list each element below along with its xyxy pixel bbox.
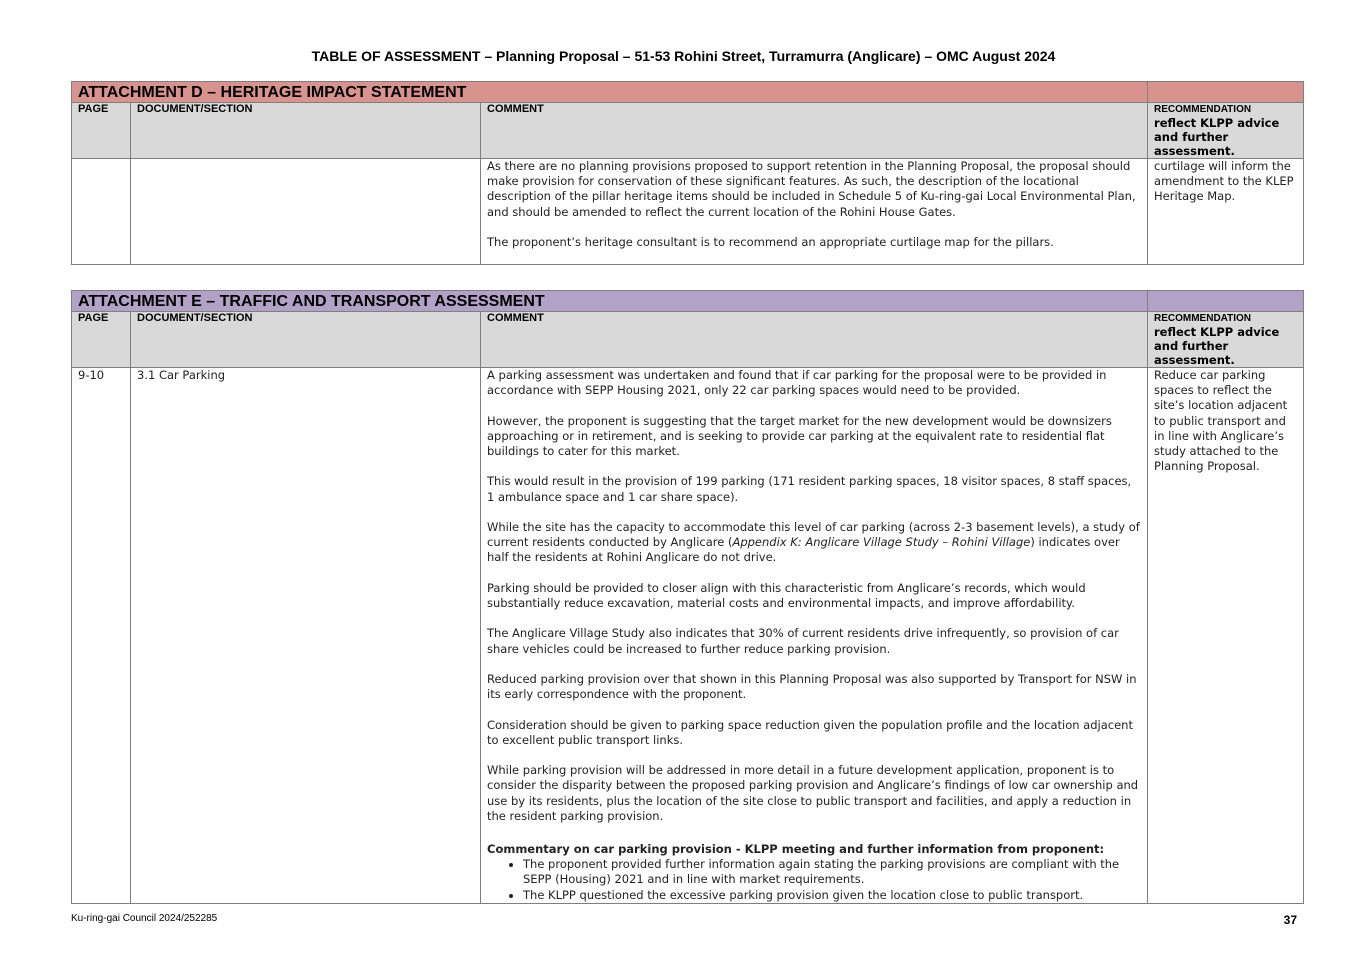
list-item: The KLPP questioned the excessive parkin…: [523, 888, 1141, 903]
recommendation-label: RECOMMENDATION: [1154, 313, 1252, 324]
page-number: 37: [1283, 913, 1297, 927]
attachment-e-title: ATTACHMENT E – TRAFFIC AND TRANSPORT ASS…: [78, 293, 545, 310]
appendix-reference: Appendix K: Anglicare Village Study – Ro…: [732, 535, 1031, 550]
comment-paragraph: The proponent’s heritage consultant is t…: [487, 235, 1054, 249]
comment-paragraph: While parking provision will be addresse…: [487, 763, 1139, 823]
comment-paragraph: A parking assessment was undertaken and …: [487, 368, 1107, 398]
attachment-e-title-row: ATTACHMENT E – TRAFFIC AND TRANSPORT ASS…: [71, 290, 1304, 312]
attachment-d-column-headers: PAGE DOCUMENT/SECTION COMMENT RECOMMENDA…: [71, 102, 1305, 159]
comment-paragraph: While the site has the capacity to accom…: [487, 520, 1141, 566]
attachment-d-table: ATTACHMENT D – HERITAGE IMPACT STATEMENT…: [70, 81, 1305, 265]
recommendation-label: RECOMMENDATION: [1154, 104, 1252, 115]
cell-page: [71, 158, 131, 265]
cell-section: 3.1 Car Parking: [130, 367, 481, 904]
column-header-page: PAGE: [71, 102, 131, 159]
recommendation-sublabel: reflect KLPP advice and further assessme…: [1154, 116, 1280, 158]
cell-comment: As there are no planning provisions prop…: [479, 158, 1149, 265]
table-row: As there are no planning provisions prop…: [71, 158, 1305, 265]
comment-paragraph: This would result in the provision of 19…: [487, 474, 1132, 504]
cell-recommendation: Reduce car parking spaces to reflect the…: [1147, 367, 1304, 904]
column-header-section: DOCUMENT/SECTION: [130, 311, 481, 368]
comment-paragraph: Consideration should be given to parking…: [487, 717, 1133, 747]
column-header-recommendation: RECOMMENDATION reflect KLPP advice and f…: [1147, 311, 1304, 368]
comment-paragraph: However, the proponent is suggesting tha…: [487, 413, 1112, 458]
column-header-comment: COMMENT: [480, 311, 1148, 368]
footer-reference: Ku-ring-gai Council 2024/252285: [71, 913, 218, 924]
attachment-e-table: ATTACHMENT E – TRAFFIC AND TRANSPORT ASS…: [71, 290, 1304, 904]
recommendation-sublabel: reflect KLPP advice and further assessme…: [1154, 325, 1280, 367]
cell-section: [130, 158, 481, 265]
comment-paragraph: Parking should be provided to closer ali…: [487, 580, 1086, 610]
cell-comment: A parking assessment was undertaken and …: [480, 367, 1148, 904]
cell-page: 9-10: [71, 367, 131, 904]
attachment-d-title-row: ATTACHMENT D – HERITAGE IMPACT STATEMENT: [70, 81, 1305, 103]
table-row: 9-10 3.1 Car Parking A parking assessmen…: [71, 367, 1304, 904]
cell-recommendation: curtilage will inform the amendment to t…: [1147, 158, 1305, 265]
commentary-heading: Commentary on car parking provision - KL…: [487, 841, 1105, 856]
column-header-page: PAGE: [71, 311, 131, 368]
list-item: The proponent provided further informati…: [523, 857, 1141, 887]
comment-paragraph: As there are no planning provisions prop…: [487, 159, 1136, 219]
comment-paragraph: The Anglicare Village Study also indicat…: [487, 626, 1119, 656]
commentary-list: The proponent provided further informati…: [487, 857, 1141, 903]
attachment-d-title: ATTACHMENT D – HERITAGE IMPACT STATEMENT: [78, 84, 467, 101]
column-header-recommendation: RECOMMENDATION reflect KLPP advice and f…: [1147, 102, 1305, 159]
attachment-e-column-headers: PAGE DOCUMENT/SECTION COMMENT RECOMMENDA…: [71, 311, 1304, 368]
comment-paragraph: Reduced parking provision over that show…: [487, 671, 1137, 702]
column-header-comment: COMMENT: [479, 102, 1149, 159]
column-header-section: DOCUMENT/SECTION: [130, 102, 481, 159]
page-title: TABLE OF ASSESSMENT – Planning Proposal …: [311, 48, 1056, 64]
